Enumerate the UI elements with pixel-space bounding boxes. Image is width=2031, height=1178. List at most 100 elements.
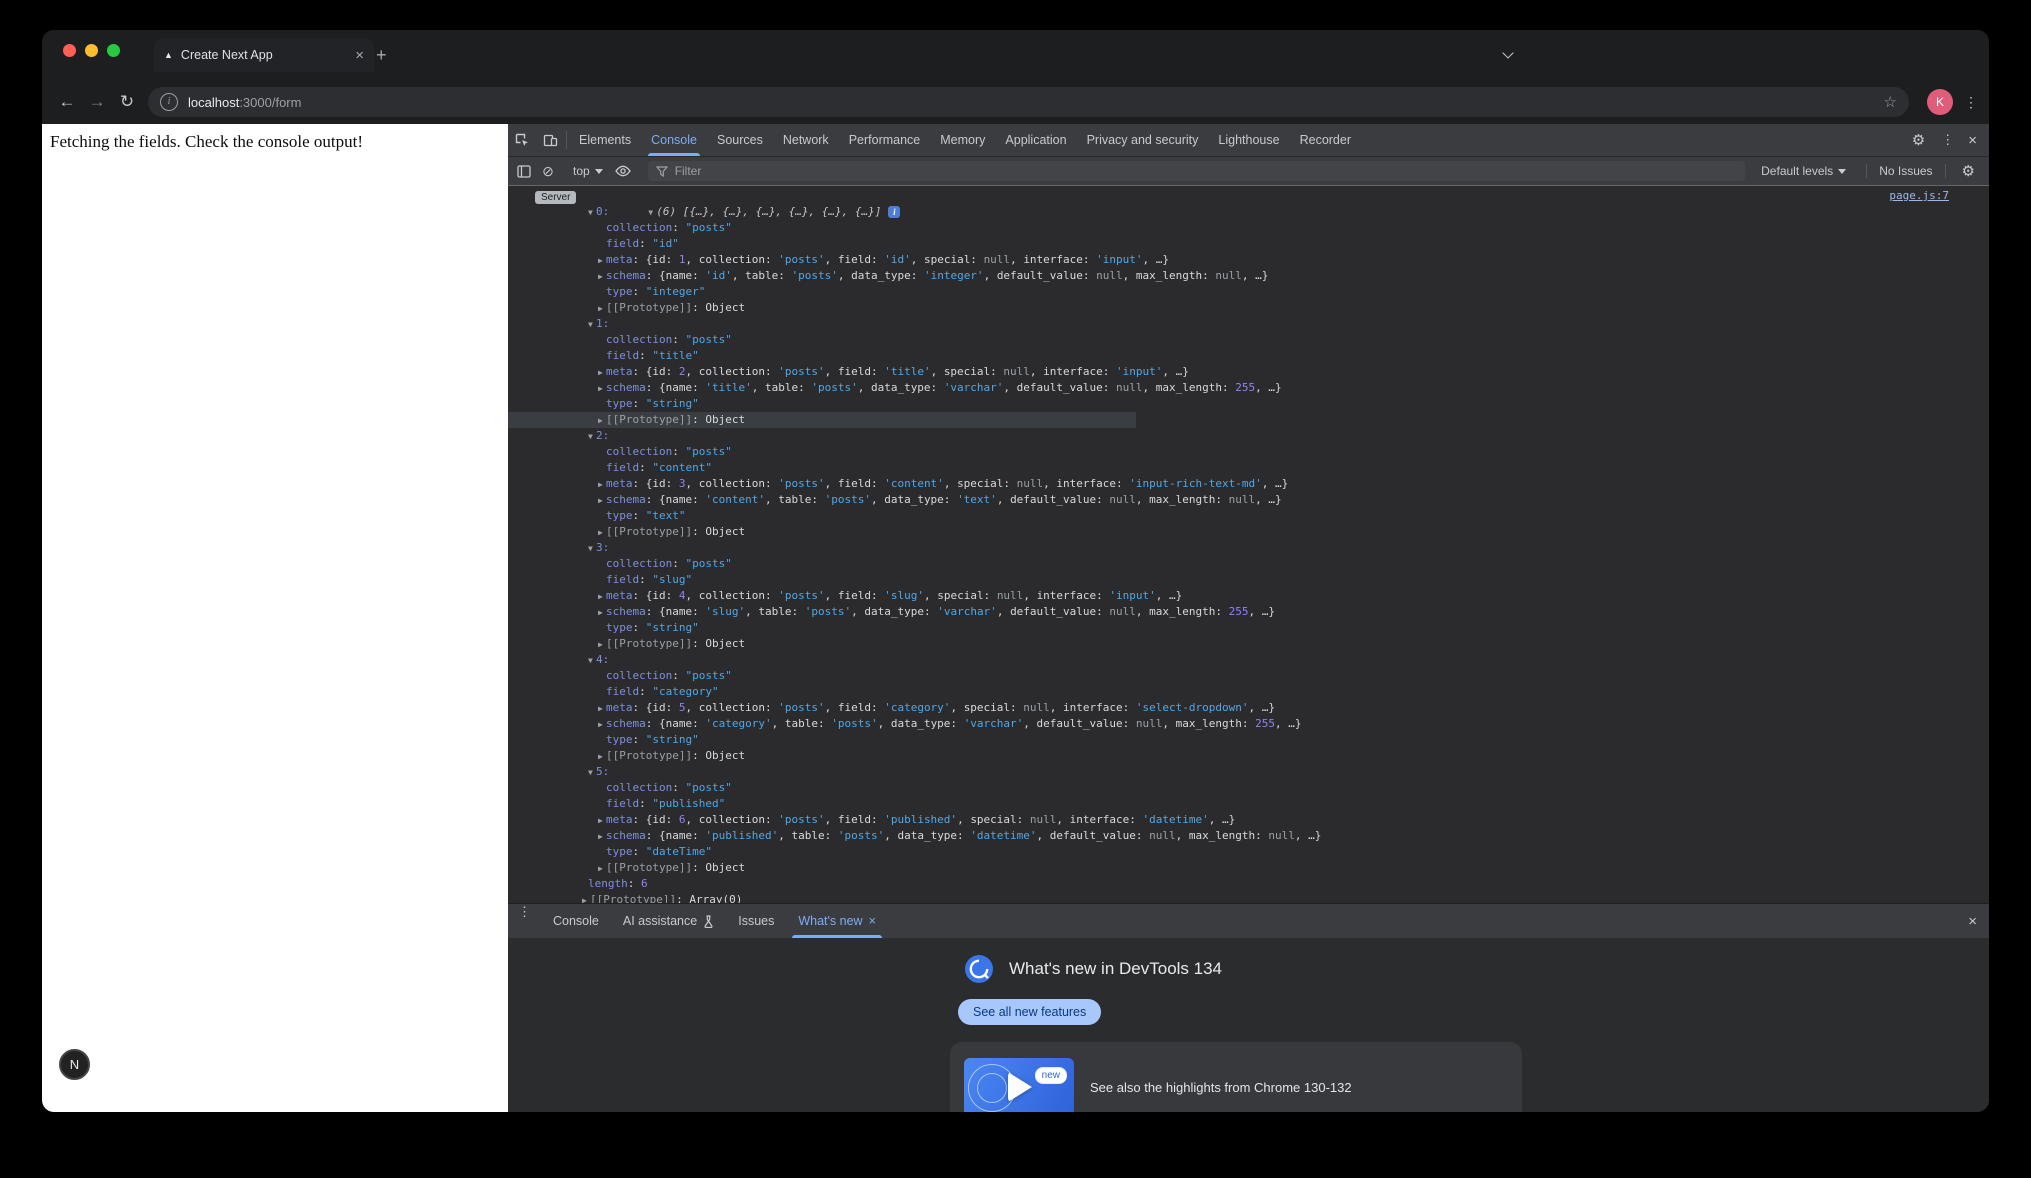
expand-arrow-icon[interactable]: ▶ [598, 269, 606, 285]
drawer-menu-icon[interactable]: ⋮ [508, 904, 541, 938]
expand-arrow-icon[interactable]: ▶ [598, 605, 606, 621]
console-prop-prototype[interactable]: ▶[[Prototype]]: Object [508, 412, 1136, 428]
console-prop-meta[interactable]: ▶meta: {id: 2, collection: 'posts', fiel… [508, 364, 1989, 380]
console-prop-collection[interactable]: collection: "posts" [508, 780, 1989, 796]
console-prop-type[interactable]: type: "string" [508, 396, 1989, 412]
console-entry-header[interactable]: ▼3: [508, 540, 1989, 556]
expand-arrow-icon[interactable]: ▶ [598, 861, 606, 877]
expand-arrow-icon[interactable]: ▶ [582, 893, 590, 903]
console-prop-collection[interactable]: collection: "posts" [508, 556, 1989, 572]
console-prop-prototype[interactable]: ▶[[Prototype]]: Object [508, 524, 1989, 540]
console-prop-schema[interactable]: ▶schema: {name: 'id', table: 'posts', da… [508, 268, 1989, 284]
highlight-card[interactable]: new See also the highlights from Chrome … [950, 1042, 1522, 1112]
video-thumbnail[interactable]: new [964, 1058, 1074, 1112]
expand-arrow-icon[interactable]: ▶ [598, 637, 606, 653]
drawer-tab-issues[interactable]: Issues [726, 904, 786, 938]
console-prop-schema[interactable]: ▶schema: {name: 'title', table: 'posts',… [508, 380, 1989, 396]
console-filter-input[interactable]: Filter [648, 161, 1745, 181]
expand-arrow-icon[interactable]: ▶ [598, 829, 606, 845]
expand-arrow-icon[interactable]: ▶ [598, 381, 606, 397]
expand-arrow-icon[interactable]: ▶ [598, 525, 606, 541]
devtools-close-icon[interactable]: × [1962, 132, 1989, 149]
expand-arrow-icon[interactable]: ▶ [598, 589, 606, 605]
back-button[interactable]: ← [52, 92, 82, 112]
console-settings-icon[interactable]: ⚙ [1958, 162, 1979, 180]
console-prop-type[interactable]: type: "text" [508, 508, 1989, 524]
forward-button[interactable]: → [82, 92, 112, 112]
devtools-tab-console[interactable]: Console [641, 124, 707, 156]
console-prop-field[interactable]: field: "slug" [508, 572, 1989, 588]
console-prop-schema[interactable]: ▶schema: {name: 'slug', table: 'posts', … [508, 604, 1989, 620]
tab-close-icon[interactable]: × [355, 47, 364, 64]
console-array-length[interactable]: length: 6 [508, 876, 1989, 892]
browser-tab[interactable]: ▲ Create Next App × [154, 38, 374, 72]
devtools-tab-performance[interactable]: Performance [839, 124, 931, 156]
address-bar[interactable]: i localhost:3000/form ☆ [148, 87, 1909, 117]
expand-arrow-icon[interactable]: ▼ [588, 765, 596, 781]
expand-arrow-icon[interactable]: ▶ [598, 813, 606, 829]
console-prop-collection[interactable]: collection: "posts" [508, 444, 1989, 460]
expand-arrow-icon[interactable]: ▶ [598, 413, 606, 429]
devtools-tab-memory[interactable]: Memory [930, 124, 995, 156]
expand-arrow-icon[interactable]: ▶ [598, 701, 606, 717]
console-array-prototype[interactable]: ▶[[Prototype]]: Array(0) [508, 892, 1989, 903]
console-entry-header[interactable]: ▼5: [508, 764, 1989, 780]
javascript-context-selector[interactable]: top [565, 164, 611, 178]
expand-arrow-icon[interactable]: ▼ [588, 653, 596, 669]
expand-arrow-icon[interactable]: ▶ [598, 493, 606, 509]
live-expression-eye-icon[interactable] [611, 165, 635, 177]
console-prop-type[interactable]: type: "dateTime" [508, 844, 1989, 860]
log-levels-selector[interactable]: Default levels [1753, 164, 1854, 178]
devtools-tab-sources[interactable]: Sources [707, 124, 773, 156]
expand-arrow-icon[interactable]: ▼ [588, 541, 596, 557]
expand-arrow-icon[interactable]: ▼ [588, 317, 596, 333]
source-link[interactable]: page.js:7 [1889, 188, 1949, 204]
device-toolbar-icon[interactable] [536, 124, 564, 156]
devtools-menu-icon[interactable]: ⋮ [1933, 132, 1962, 148]
console-prop-meta[interactable]: ▶meta: {id: 3, collection: 'posts', fiel… [508, 476, 1989, 492]
zoom-window-button[interactable] [107, 44, 120, 57]
devtools-tab-elements[interactable]: Elements [569, 124, 641, 156]
console-entry-header[interactable]: ▼0: [508, 204, 1989, 220]
site-info-icon[interactable]: i [160, 93, 178, 111]
expand-arrow-icon[interactable]: ▶ [598, 717, 606, 733]
expand-arrow-icon[interactable]: ▶ [598, 477, 606, 493]
console-prop-schema[interactable]: ▶schema: {name: 'content', table: 'posts… [508, 492, 1989, 508]
devtools-tab-recorder[interactable]: Recorder [1290, 124, 1361, 156]
clear-console-icon[interactable]: ⊘ [536, 163, 560, 180]
console-prop-field[interactable]: field: "title" [508, 348, 1989, 364]
expand-arrow-icon[interactable]: ▶ [598, 301, 606, 317]
console-prop-type[interactable]: type: "string" [508, 732, 1989, 748]
reload-button[interactable]: ↻ [112, 92, 142, 112]
console-array-message[interactable]: Server▼(6) [{…}, {…}, {…}, {…}, {…}, {…}… [508, 188, 1989, 204]
console-prop-field[interactable]: field: "id" [508, 236, 1989, 252]
drawer-close-icon[interactable]: × [1962, 913, 1989, 930]
console-prop-field[interactable]: field: "category" [508, 684, 1989, 700]
drawer-tab-console[interactable]: Console [541, 904, 611, 938]
console-prop-meta[interactable]: ▶meta: {id: 5, collection: 'posts', fiel… [508, 700, 1989, 716]
expand-arrow-icon[interactable]: ▶ [598, 253, 606, 269]
console-prop-type[interactable]: type: "string" [508, 620, 1989, 636]
console-prop-field[interactable]: field: "published" [508, 796, 1989, 812]
console-prop-prototype[interactable]: ▶[[Prototype]]: Object [508, 748, 1989, 764]
console-entry-header[interactable]: ▼2: [508, 428, 1989, 444]
tab-search-chevron-icon[interactable] [1504, 49, 1513, 58]
issues-counter[interactable]: No Issues [1879, 164, 1932, 178]
expand-arrow-icon[interactable]: ▶ [598, 365, 606, 381]
console-prop-prototype[interactable]: ▶[[Prototype]]: Object [508, 300, 1989, 316]
expand-arrow-icon[interactable]: ▼ [588, 205, 596, 221]
console-sidebar-icon[interactable] [512, 165, 536, 178]
console-prop-prototype[interactable]: ▶[[Prototype]]: Object [508, 860, 1989, 876]
drawer-tab-close-icon[interactable]: × [869, 914, 876, 928]
console-prop-meta[interactable]: ▶meta: {id: 6, collection: 'posts', fiel… [508, 812, 1989, 828]
drawer-tab-what-s-new[interactable]: What's new× [786, 904, 888, 938]
inspect-element-icon[interactable] [508, 124, 536, 156]
console-prop-schema[interactable]: ▶schema: {name: 'published', table: 'pos… [508, 828, 1989, 844]
drawer-tab-ai-assistance[interactable]: AI assistance [611, 904, 726, 938]
console-prop-collection[interactable]: collection: "posts" [508, 668, 1989, 684]
browser-menu-icon[interactable]: ⋮ [1963, 94, 1979, 111]
console-prop-meta[interactable]: ▶meta: {id: 4, collection: 'posts', fiel… [508, 588, 1989, 604]
console-prop-collection[interactable]: collection: "posts" [508, 220, 1989, 236]
console-prop-type[interactable]: type: "integer" [508, 284, 1989, 300]
devtools-tab-privacy-and-security[interactable]: Privacy and security [1077, 124, 1209, 156]
